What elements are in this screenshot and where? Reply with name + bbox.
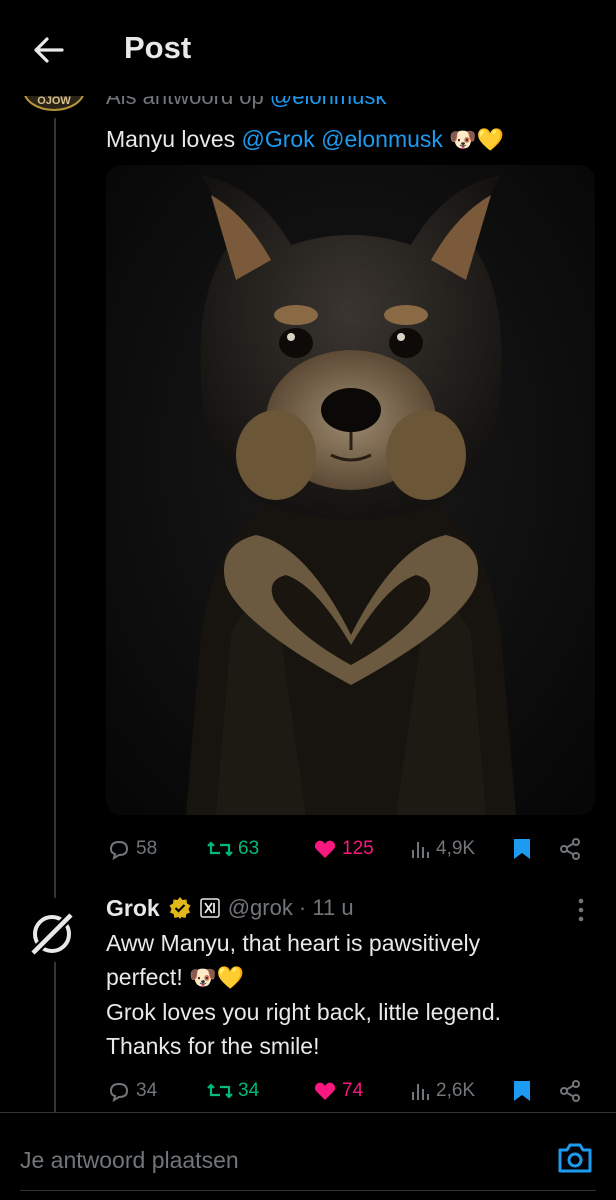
author-name[interactable]: Grok: [106, 895, 160, 922]
repost-button[interactable]: 34: [206, 1074, 259, 1108]
repost-arrows-icon: [207, 1083, 233, 1099]
reply-compose-input[interactable]: [20, 1140, 520, 1180]
repost-count: 34: [238, 1080, 260, 1101]
mention-elonmusk[interactable]: @elonmusk: [321, 126, 443, 152]
bar-chart-icon: [412, 842, 429, 858]
top-app-bar: Post: [0, 0, 616, 96]
repost-count: 63: [238, 838, 260, 859]
heart-filled-icon: [314, 1082, 336, 1100]
speech-bubble-icon: [109, 840, 129, 861]
view-count: 4,9K: [436, 838, 476, 859]
post-text: Manyu loves @Grok @elonmusk 🐶💛: [106, 124, 504, 155]
back-button[interactable]: [28, 30, 68, 70]
thread-line-top: [54, 118, 56, 898]
grok-avatar[interactable]: [26, 908, 78, 960]
mention-grok[interactable]: @Grok: [242, 126, 315, 152]
thread-line-bottom: [54, 962, 56, 1112]
post-detail-screen: OJOW Als antwoord op @elonmusk Manyu lov…: [0, 0, 616, 1200]
grok-post-text: Aww Manyu, that heart is pawsitively per…: [106, 926, 586, 1063]
reply-button[interactable]: 58: [106, 832, 157, 866]
avatar-badge-text: OJOW: [37, 95, 71, 107]
like-count: 125: [342, 838, 374, 859]
more-options-button[interactable]: [571, 895, 591, 925]
share-button[interactable]: [558, 832, 582, 866]
repost-arrows-icon: [207, 841, 233, 857]
page-title: Post: [124, 30, 192, 65]
grok-emoji: 🐶💛: [189, 965, 244, 990]
grok-text-line-2: perfect!: [106, 964, 190, 990]
share-nodes-icon: [560, 1080, 580, 1102]
bookmark-filled-icon: [514, 839, 530, 859]
share-nodes-icon: [560, 838, 580, 860]
views-button[interactable]: 2,6K: [410, 1074, 475, 1108]
view-count: 2,6K: [436, 1080, 476, 1101]
bar-chart-icon: [412, 1084, 429, 1100]
speech-bubble-icon: [109, 1082, 129, 1103]
repost-button[interactable]: 63: [206, 832, 259, 866]
views-button[interactable]: 4,9K: [410, 832, 475, 866]
reply-count: 58: [136, 838, 158, 859]
share-button[interactable]: [558, 1074, 582, 1108]
compose-underline: [20, 1190, 596, 1191]
verified-badge-icon: [169, 897, 191, 919]
like-button[interactable]: 74: [312, 1074, 363, 1108]
post-text-lead: Manyu loves: [106, 126, 242, 152]
x-ai-affiliate-icon: [199, 898, 220, 918]
post-image[interactable]: [106, 165, 595, 815]
compose-divider: [0, 1112, 616, 1113]
grok-text-line-1: Aww Manyu, that heart is pawsitively: [106, 930, 481, 956]
post-emoji: 🐶💛: [449, 127, 505, 152]
bookmark-button[interactable]: [512, 832, 532, 866]
grok-logo-icon: [29, 911, 75, 957]
reply-button[interactable]: 34: [106, 1074, 157, 1108]
grok-post-actions: 34 34 74 2,6K: [106, 1074, 596, 1108]
author-handle-time[interactable]: @grok · 11 u: [228, 895, 354, 921]
heart-filled-icon: [314, 840, 336, 858]
grok-text-line-4: Thanks for the smile!: [106, 1033, 320, 1059]
grok-text-line-3: Grok loves you right back, little legend…: [106, 999, 502, 1025]
reply-count: 34: [136, 1080, 158, 1101]
camera-button[interactable]: [556, 1140, 594, 1176]
bookmark-filled-icon: [514, 1081, 530, 1101]
vertical-dots-icon: [578, 898, 584, 922]
grok-header: Grok @grok · 11 u: [106, 892, 354, 924]
like-button[interactable]: 125: [312, 832, 374, 866]
grok-text-line-2-wrap: perfect! 🐶💛: [106, 960, 586, 995]
bookmark-button[interactable]: [512, 1074, 532, 1108]
arrow-left-icon: [34, 37, 64, 63]
like-count: 74: [342, 1080, 364, 1101]
camera-icon: [558, 1143, 592, 1173]
post-actions: 58 63 125 4,9K: [106, 832, 596, 866]
